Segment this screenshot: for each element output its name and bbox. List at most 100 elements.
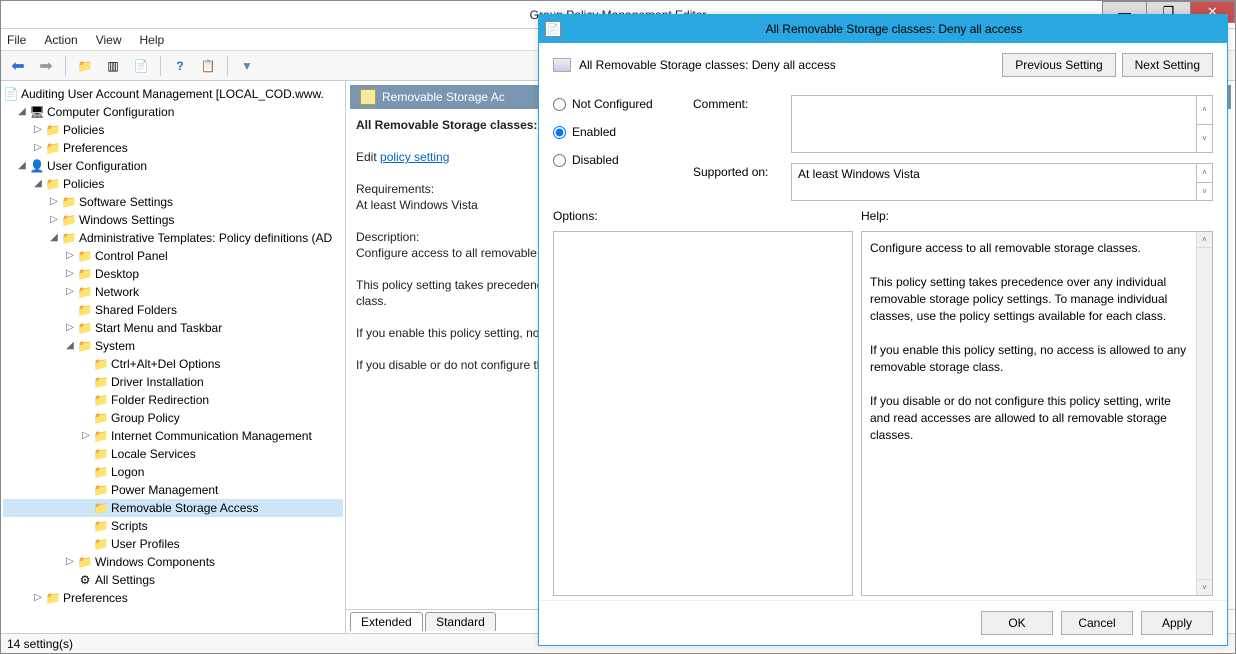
edit-policy-link[interactable]: policy setting: [380, 150, 449, 164]
expander-icon[interactable]: ◢: [15, 157, 29, 175]
folder-icon: 📁: [93, 357, 109, 371]
scroll-down-icon[interactable]: ˅: [1196, 183, 1212, 201]
radio-enabled-input[interactable]: [553, 126, 566, 139]
comment-textarea[interactable]: ˄˅: [791, 95, 1213, 153]
radio-disabled[interactable]: Disabled: [553, 153, 693, 167]
tree-shared-folders[interactable]: 📁Shared Folders: [3, 301, 343, 319]
expander-icon[interactable]: ◢: [47, 229, 61, 247]
apply-button[interactable]: Apply: [1141, 611, 1213, 635]
menu-file[interactable]: File: [7, 33, 26, 47]
menu-view[interactable]: View: [96, 33, 122, 47]
tree-removable-storage[interactable]: 📁Removable Storage Access: [3, 499, 343, 517]
tree-root[interactable]: 📄Auditing User Account Management [LOCAL…: [3, 85, 343, 103]
tree-user-config[interactable]: ◢👤User Configuration: [3, 157, 343, 175]
tree-software-settings[interactable]: ▷📁Software Settings: [3, 193, 343, 211]
show-hide-tree-button[interactable]: ▥: [102, 55, 124, 77]
tree-network[interactable]: ▷📁Network: [3, 283, 343, 301]
supported-scrollbar[interactable]: ˄˅: [1196, 164, 1212, 200]
expander-icon[interactable]: ▷: [79, 427, 93, 445]
tree-win-components[interactable]: ▷📁Windows Components: [3, 553, 343, 571]
tree-all-settings[interactable]: ⚙All Settings: [3, 571, 343, 589]
radio-not-configured-input[interactable]: [553, 98, 566, 111]
expander-icon[interactable]: ◢: [31, 175, 45, 193]
help-icon: ?: [176, 59, 183, 73]
tree-logon[interactable]: 📁Logon: [3, 463, 343, 481]
tree-group-policy[interactable]: 📁Group Policy: [3, 409, 343, 427]
expander-icon[interactable]: ▷: [31, 139, 45, 157]
tree-folder-redir[interactable]: 📁Folder Redirection: [3, 391, 343, 409]
export-button[interactable]: 📄: [130, 55, 152, 77]
tree-start-menu[interactable]: ▷📁Start Menu and Taskbar: [3, 319, 343, 337]
scroll-up-icon[interactable]: ˄: [1196, 96, 1212, 125]
expander-icon[interactable]: ▷: [63, 265, 77, 283]
expander-icon[interactable]: ▷: [31, 121, 45, 139]
tree-ctrlaltdel[interactable]: 📁Ctrl+Alt+Del Options: [3, 355, 343, 373]
tree-admin-templates[interactable]: ◢📁Administrative Templates: Policy defin…: [3, 229, 343, 247]
options-panel[interactable]: [553, 231, 853, 596]
expander-icon[interactable]: ▷: [63, 319, 77, 337]
expander-icon[interactable]: ▷: [63, 553, 77, 571]
up-button[interactable]: 📁: [74, 55, 96, 77]
folder-icon: 📁: [61, 231, 77, 245]
radio-disabled-input[interactable]: [553, 154, 566, 167]
comment-scrollbar[interactable]: ˄˅: [1196, 96, 1212, 152]
user-icon: 👤: [29, 159, 45, 173]
scroll-down-icon[interactable]: ˅: [1196, 125, 1212, 153]
supported-on-value: At least Windows Vista: [798, 167, 920, 181]
tree-cc-policies[interactable]: ▷📁Policies: [3, 121, 343, 139]
tree-cc-preferences[interactable]: ▷📁Preferences: [3, 139, 343, 157]
dialog-title: All Removable Storage classes: Deny all …: [567, 22, 1221, 36]
menu-help[interactable]: Help: [140, 33, 165, 47]
tree-driver-install[interactable]: 📁Driver Installation: [3, 373, 343, 391]
tab-extended[interactable]: Extended: [350, 612, 423, 631]
tree-user-profiles[interactable]: 📁User Profiles: [3, 535, 343, 553]
scroll-down-icon[interactable]: ˅: [1197, 579, 1212, 595]
tab-standard[interactable]: Standard: [425, 612, 496, 631]
help-p2: This policy setting takes precedence ove…: [870, 275, 1167, 323]
help-p3: If you enable this policy setting, no ac…: [870, 343, 1186, 374]
help-scrollbar[interactable]: ˄ ˅: [1196, 232, 1212, 595]
toolbar-separator: [160, 56, 161, 76]
tree-icm[interactable]: ▷📁Internet Communication Management: [3, 427, 343, 445]
tree-system[interactable]: ◢📁System: [3, 337, 343, 355]
forward-arrow-icon: ➡: [39, 56, 52, 76]
tree-uc-policies[interactable]: ◢📁Policies: [3, 175, 343, 193]
tree-scripts[interactable]: 📁Scripts: [3, 517, 343, 535]
tree-control-panel[interactable]: ▷📁Control Panel: [3, 247, 343, 265]
folder-icon: 📁: [93, 519, 109, 533]
back-button[interactable]: ⬅: [7, 55, 29, 77]
ok-button[interactable]: OK: [981, 611, 1053, 635]
scroll-up-icon[interactable]: ˄: [1196, 164, 1212, 183]
properties-icon: 📋: [201, 59, 216, 73]
expander-icon[interactable]: ▷: [63, 283, 77, 301]
tree-uc-preferences[interactable]: ▷📁Preferences: [3, 589, 343, 607]
folder-icon: 📁: [93, 429, 109, 443]
dialog-titlebar[interactable]: 📄 All Removable Storage classes: Deny al…: [539, 15, 1227, 43]
tree-pane[interactable]: 📄Auditing User Account Management [LOCAL…: [1, 81, 346, 633]
filter-button[interactable]: ▼: [236, 55, 258, 77]
help-button[interactable]: ?: [169, 55, 191, 77]
expander-icon[interactable]: ▷: [47, 211, 61, 229]
expander-icon[interactable]: ▷: [31, 589, 45, 607]
radio-not-configured[interactable]: Not Configured: [553, 97, 693, 111]
tree-windows-settings[interactable]: ▷📁Windows Settings: [3, 211, 343, 229]
expander-icon[interactable]: ▷: [63, 247, 77, 265]
tree-computer-config[interactable]: ◢🖥Computer Configuration: [3, 103, 343, 121]
expander-icon[interactable]: ◢: [15, 103, 29, 121]
folder-icon: 📁: [93, 537, 109, 551]
properties-button[interactable]: 📋: [197, 55, 219, 77]
menu-action[interactable]: Action: [44, 33, 77, 47]
previous-setting-button[interactable]: Previous Setting: [1002, 53, 1115, 77]
cancel-button[interactable]: Cancel: [1061, 611, 1133, 635]
radio-enabled[interactable]: Enabled: [553, 125, 693, 139]
forward-button[interactable]: ➡: [35, 55, 57, 77]
folder-up-icon: 📁: [78, 59, 93, 73]
next-setting-button[interactable]: Next Setting: [1122, 53, 1213, 77]
tree-locale[interactable]: 📁Locale Services: [3, 445, 343, 463]
expander-icon[interactable]: ▷: [47, 193, 61, 211]
scroll-up-icon[interactable]: ˄: [1197, 232, 1212, 248]
tree-power[interactable]: 📁Power Management: [3, 481, 343, 499]
expander-icon[interactable]: ◢: [63, 337, 77, 355]
tree-desktop[interactable]: ▷📁Desktop: [3, 265, 343, 283]
folder-icon: 📁: [61, 213, 77, 227]
